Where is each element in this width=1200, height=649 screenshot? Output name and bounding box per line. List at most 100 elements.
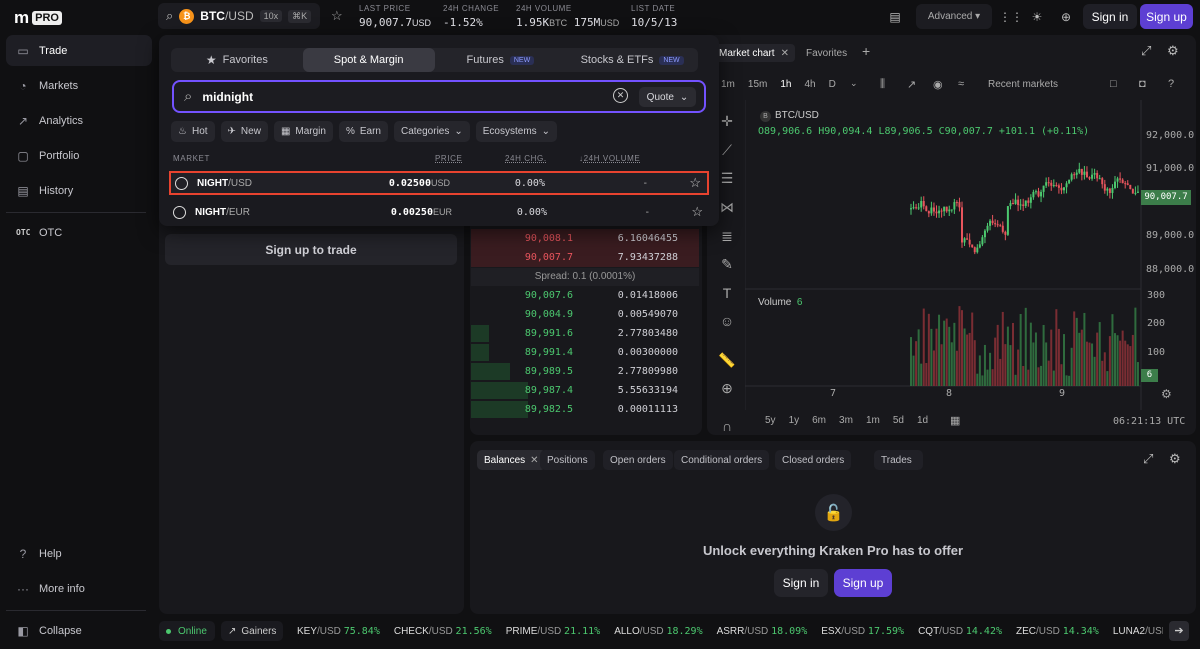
add-tab-icon[interactable]: +: [862, 43, 870, 59]
fullscreen-square-icon[interactable]: □: [1110, 78, 1117, 90]
orderbook-bid-row[interactable]: 89,989.5 2.77809980: [471, 362, 699, 381]
settings-sliders-icon[interactable]: ⚙: [1169, 451, 1181, 467]
tab-futures[interactable]: Futures NEW: [435, 48, 567, 72]
favorite-star-icon[interactable]: ☆: [331, 8, 343, 24]
chip-new[interactable]: ✈ New: [220, 121, 268, 142]
ticker-item[interactable]: KEY/USD 75.84%: [297, 626, 380, 637]
horizontal-lines-icon[interactable]: ☰: [716, 170, 738, 187]
tab-favorites[interactable]: ★ Favorites: [171, 48, 303, 72]
layout-icon[interactable]: ▤: [884, 4, 906, 29]
column-change[interactable]: 24H CHG.: [505, 154, 547, 163]
favorite-star-icon[interactable]: ☆: [689, 175, 701, 191]
tab-conditional-orders[interactable]: Conditional orders: [674, 450, 770, 470]
ticker-item[interactable]: ALLO/USD 18.29%: [614, 626, 702, 637]
orderbook-bid-row[interactable]: 89,991.4 0.00300000: [471, 343, 699, 362]
recent-markets-button[interactable]: Recent markets: [988, 79, 1058, 90]
interval-1m[interactable]: 1m: [721, 79, 735, 90]
sign-up-button[interactable]: Sign up: [834, 569, 892, 597]
ticker-item[interactable]: CHECK/USD 21.56%: [394, 626, 492, 637]
apps-grid-icon[interactable]: ⋮⋮: [999, 4, 1023, 29]
ticker-item[interactable]: ZEC/USD 14.34%: [1016, 626, 1099, 637]
sidebar-item-portfolio[interactable]: ▢ Portfolio: [6, 140, 152, 171]
orderbook-bid-row[interactable]: 89,987.4 5.55633194: [471, 381, 699, 400]
ecosystems-dropdown[interactable]: Ecosystems ⌄: [475, 121, 558, 142]
interval-1h[interactable]: 1h: [780, 79, 791, 90]
ticker-item[interactable]: CQT/USD 14.42%: [918, 626, 1002, 637]
sign-up-button[interactable]: Sign up: [1140, 4, 1193, 29]
sidebar-item-more-info[interactable]: ··· More info: [6, 573, 152, 604]
tab-favorites[interactable]: Favorites: [800, 44, 853, 62]
ticker-item[interactable]: ASRR/USD 18.09%: [717, 626, 808, 637]
range-1m[interactable]: 1m: [866, 415, 880, 426]
eye-icon[interactable]: ◉: [933, 78, 943, 91]
advanced-mode-dropdown[interactable]: Advanced ▾: [916, 4, 992, 29]
camera-icon[interactable]: ◘: [1139, 78, 1146, 90]
tab-positions[interactable]: Positions: [540, 450, 595, 470]
sign-in-button[interactable]: Sign in: [774, 569, 828, 597]
price-chart[interactable]: [745, 100, 1197, 410]
orderbook-bid-row[interactable]: 90,007.6 0.01418006: [471, 286, 699, 305]
column-market[interactable]: MARKET: [173, 154, 210, 163]
chip-margin[interactable]: ▦ Margin: [273, 121, 333, 142]
range-3m[interactable]: 3m: [839, 415, 853, 426]
sign-up-to-trade-button[interactable]: Sign up to trade: [165, 234, 457, 265]
quote-dropdown[interactable]: Quote ⌄: [639, 87, 696, 107]
ruler-icon[interactable]: 📏: [716, 352, 738, 369]
ticker-item[interactable]: PRIME/USD 21.11%: [506, 626, 601, 637]
chip-hot[interactable]: ♨ Hot: [171, 121, 215, 142]
column-volume[interactable]: ↓24H VOLUME: [579, 154, 640, 163]
sidebar-item-trade[interactable]: ▭ Trade: [6, 35, 152, 66]
language-globe-icon[interactable]: ⊕: [1055, 4, 1077, 29]
chevron-down-icon[interactable]: ⌄: [850, 78, 858, 89]
tab-balances[interactable]: Balances ✕: [477, 450, 546, 470]
orderbook-bid-row[interactable]: 90,004.9 0.00549070: [471, 305, 699, 324]
sidebar-item-history[interactable]: ▤ History: [6, 175, 152, 206]
help-circle-icon[interactable]: ?: [1168, 78, 1174, 90]
tab-trades[interactable]: Trades: [874, 450, 919, 470]
sidebar-item-analytics[interactable]: ↗ Analytics: [6, 105, 152, 136]
orderbook-bid-row[interactable]: 89,991.6 2.77803480: [471, 324, 699, 343]
market-row-night-usd[interactable]: NIGHT/USD 0.02500USD 0.00% - ☆: [169, 171, 709, 195]
kraken-pro-logo[interactable]: m PRO: [14, 8, 62, 28]
expand-icon[interactable]: ⤢: [1143, 451, 1153, 467]
settings-sliders-icon[interactable]: ⚙: [1167, 43, 1179, 59]
categories-dropdown[interactable]: Categories ⌄: [394, 121, 470, 142]
tab-closed-orders[interactable]: Closed orders: [775, 450, 852, 470]
trendline-icon[interactable]: ⟋: [716, 142, 738, 159]
sidebar-collapse-button[interactable]: ◧ Collapse: [6, 615, 152, 646]
compare-icon[interactable]: ≈: [958, 78, 964, 90]
text-tool-icon[interactable]: T: [716, 285, 738, 301]
favorite-star-icon[interactable]: ☆: [691, 204, 703, 220]
interval-4h[interactable]: 4h: [804, 79, 815, 90]
market-row-night-eur[interactable]: NIGHT/EUR 0.00250EUR 0.00% - ☆: [169, 200, 709, 224]
orderbook-ask-row[interactable]: 90,007.7 7.93437288: [471, 248, 699, 267]
range-6m[interactable]: 6m: [812, 415, 826, 426]
gainers-button[interactable]: ↗ Gainers: [221, 621, 283, 641]
candle-type-icon[interactable]: ⫼: [880, 78, 885, 91]
zoom-in-icon[interactable]: ⊕: [716, 380, 738, 397]
tab-open-orders[interactable]: Open orders: [603, 450, 673, 470]
range-1d[interactable]: 1d: [917, 415, 928, 426]
ticker-next-arrow-icon[interactable]: ➔: [1169, 621, 1189, 641]
sign-in-button[interactable]: Sign in: [1083, 4, 1137, 29]
indicators-icon[interactable]: ↗: [907, 78, 916, 91]
range-5y[interactable]: 5y: [765, 415, 776, 426]
emoji-icon[interactable]: ☺: [716, 313, 738, 329]
interval-D[interactable]: D: [829, 79, 836, 90]
calendar-icon[interactable]: ▦: [950, 414, 960, 427]
pair-selector[interactable]: ⌕ ₿ BTC/USD 10x ⌘K: [158, 3, 320, 29]
pattern-icon[interactable]: ⋈: [716, 199, 738, 216]
tab-stocks-etfs[interactable]: Stocks & ETFs NEW: [566, 48, 698, 72]
chip-earn[interactable]: % Earn: [338, 121, 388, 142]
fib-icon[interactable]: ≣: [716, 228, 738, 245]
range-1y[interactable]: 1y: [789, 415, 800, 426]
search-input[interactable]: [202, 89, 583, 104]
sidebar-item-help[interactable]: ? Help: [6, 538, 152, 569]
column-price[interactable]: PRICE: [435, 154, 462, 163]
clear-search-icon[interactable]: ✕: [613, 88, 628, 103]
theme-sun-icon[interactable]: ☀: [1026, 4, 1048, 29]
tab-spot-margin[interactable]: Spot & Margin: [302, 48, 435, 72]
interval-15m[interactable]: 15m: [748, 79, 767, 90]
ticker-item[interactable]: LUNA2/USD 13.85%: [1113, 626, 1163, 637]
axis-settings-icon[interactable]: ⚙: [1161, 387, 1172, 401]
